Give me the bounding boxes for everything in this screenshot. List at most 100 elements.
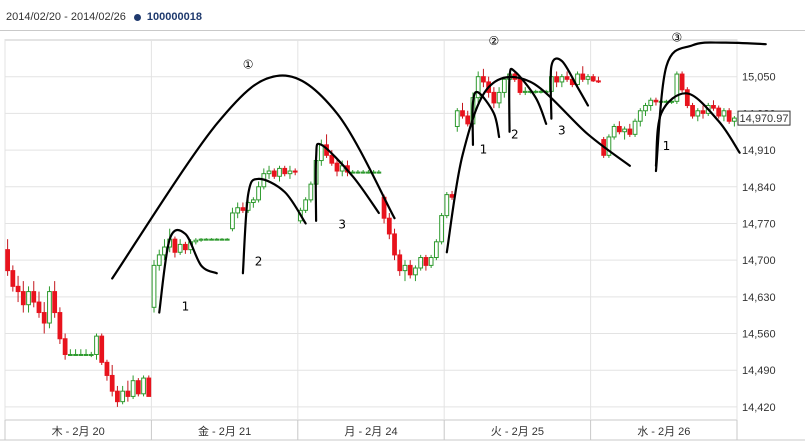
candle xyxy=(674,71,680,104)
candle-body xyxy=(250,199,256,203)
candle xyxy=(308,181,314,203)
candle-body xyxy=(700,110,706,114)
candle-body xyxy=(711,105,716,109)
candle xyxy=(690,102,695,119)
candle-body xyxy=(198,238,204,241)
candle-body xyxy=(580,73,586,80)
arc-annotation-label: 3 xyxy=(558,123,566,137)
candlestick-chart: ① ② ③ 1 2 3 1 2 3 1 14,420 14,490 14,560 14,630 14,70… xyxy=(0,31,805,441)
candle-body xyxy=(52,291,58,314)
candle-body xyxy=(350,171,356,174)
candle xyxy=(611,123,617,140)
candle-body xyxy=(564,76,570,80)
candle-body xyxy=(444,194,450,217)
candle-body xyxy=(99,335,105,363)
candle xyxy=(141,375,146,397)
candle-body xyxy=(653,99,659,103)
y-axis: 14,420 14,490 14,560 14,630 14,700 14,770 14,8… xyxy=(737,72,791,414)
candle-body xyxy=(135,380,141,395)
candle-body xyxy=(271,170,277,177)
candle-body xyxy=(240,207,246,211)
x-tick-label: 金 - 2月 21 xyxy=(198,424,251,438)
candle-body xyxy=(501,78,507,93)
candle xyxy=(418,254,424,271)
candle xyxy=(726,108,732,124)
candle-body xyxy=(20,291,26,306)
candle-body xyxy=(360,171,366,174)
candle-body xyxy=(407,264,413,276)
candle xyxy=(679,71,685,93)
candle-body xyxy=(36,301,42,314)
candle-body xyxy=(648,99,654,107)
candle-body xyxy=(209,238,214,241)
candle-body xyxy=(277,167,282,177)
candle-body xyxy=(15,285,21,293)
x-tick-label: 木 - 2月 20 xyxy=(52,425,105,438)
candle-body xyxy=(62,338,68,355)
candle-body xyxy=(308,183,314,201)
x-axis: 木 - 2月 20 金 - 2月 21 月 - 2月 24 火 - 2月 25 水 - … xyxy=(0,420,805,441)
candle-body xyxy=(355,171,361,174)
candle-body xyxy=(203,238,209,241)
candle-body xyxy=(31,291,37,303)
candle-body xyxy=(151,264,157,308)
candle-body xyxy=(5,249,10,272)
candle-body xyxy=(627,128,633,135)
candle-body xyxy=(716,107,722,117)
y-tick-label: 14,840 xyxy=(742,182,776,194)
y-tick-label: 14,630 xyxy=(742,292,776,304)
candle-body xyxy=(141,377,146,395)
arc-annotation-label: ③ xyxy=(671,31,682,45)
candle-body xyxy=(454,110,460,127)
arc-annotation-label: 1 xyxy=(480,143,488,157)
candle-body xyxy=(496,91,502,104)
x-tick-label: 水 - 2月 26 xyxy=(637,425,690,438)
candle xyxy=(47,286,52,329)
candle-body xyxy=(726,110,732,122)
candle-body xyxy=(517,78,523,93)
y-tick-label: 14,560 xyxy=(742,329,776,341)
candle-body xyxy=(41,312,47,324)
candle-body xyxy=(397,254,403,272)
candle-body xyxy=(491,91,497,104)
candle-body xyxy=(256,186,261,201)
candle-body xyxy=(146,377,152,397)
candle-body xyxy=(303,199,309,211)
candle-body xyxy=(104,361,110,376)
candle-body xyxy=(684,89,690,107)
candle-body xyxy=(366,171,371,174)
x-tick-label: 火 - 2月 25 xyxy=(491,426,544,438)
y-tick-label: 14,770 xyxy=(742,218,776,230)
candle-body xyxy=(156,254,162,266)
candle-body xyxy=(88,353,94,356)
candle-body xyxy=(465,115,471,125)
candle-body xyxy=(83,353,89,356)
candle xyxy=(57,307,63,344)
candle-body xyxy=(559,76,565,83)
candle-body xyxy=(57,312,63,340)
candle-body xyxy=(637,110,643,122)
candle xyxy=(606,134,612,158)
candle-body xyxy=(193,239,199,243)
candle xyxy=(439,212,444,245)
candle-body xyxy=(402,264,408,272)
candle-body xyxy=(439,215,444,243)
arc-annotation-label: 1 xyxy=(182,299,190,313)
candle-body xyxy=(109,374,115,392)
candle xyxy=(632,118,638,137)
candle-body xyxy=(78,353,84,356)
candle-body xyxy=(616,125,622,133)
last-price-label: 14,970.97 xyxy=(740,113,789,125)
candle-body xyxy=(67,353,73,356)
candle xyxy=(444,192,450,219)
candle-body xyxy=(695,110,701,117)
candle-body xyxy=(596,80,601,83)
candle-body xyxy=(386,217,392,235)
candle-body xyxy=(622,128,627,133)
candle-body xyxy=(460,110,465,117)
candle-body xyxy=(10,270,16,287)
candle-body xyxy=(287,170,293,175)
candle-body xyxy=(282,167,288,175)
last-price-marker: 14,970.97 xyxy=(737,110,791,126)
candle-body xyxy=(585,76,591,80)
